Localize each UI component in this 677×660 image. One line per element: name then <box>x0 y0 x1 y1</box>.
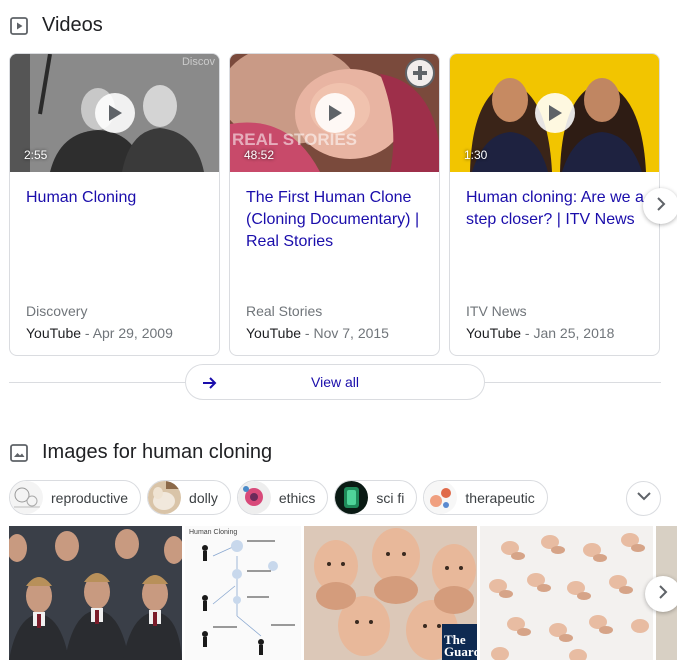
chevron-right-icon <box>654 196 668 216</box>
chip-label: ethics <box>278 489 316 506</box>
video-source: Real Stories <box>246 303 323 319</box>
chip-thumbnail <box>424 481 458 514</box>
play-icon[interactable] <box>94 93 135 133</box>
image-result-picture <box>9 526 182 660</box>
video-duration: 1:30 <box>464 148 488 162</box>
chevron-down-icon <box>636 489 651 508</box>
chip-label: dolly <box>189 489 218 506</box>
video-watermark: REAL STORIES <box>232 130 358 149</box>
chip-thumbnail <box>335 481 369 514</box>
chevron-right-icon <box>656 584 670 604</box>
image-result[interactable] <box>480 526 653 660</box>
guardian-logo: The Guardian <box>444 634 477 658</box>
chip-reproductive[interactable]: reproductive <box>9 480 142 515</box>
images-title: Images for human cloning <box>42 441 273 463</box>
video-carousel: Discov 2:55 Human Cloning Discovery YouT… <box>9 53 660 356</box>
chip-label: sci fi <box>376 489 405 506</box>
video-card[interactable]: 1:30 Human cloning: Are we a step closer… <box>449 53 660 356</box>
view-all-label: View all <box>311 374 359 390</box>
images-header: Images for human cloning <box>9 441 272 464</box>
video-title-link[interactable]: Human cloning: Are we a step closer? | I… <box>466 187 647 231</box>
add-plus-icon[interactable] <box>405 58 435 88</box>
video-date: Nov 7, 2015 <box>313 325 389 341</box>
videos-header: Videos <box>9 14 103 37</box>
video-watermark: Discov <box>181 56 215 68</box>
video-date: Jan 25, 2018 <box>533 325 615 341</box>
image-result-picture <box>480 526 653 660</box>
video-play-icon <box>9 16 29 36</box>
video-duration: 2:55 <box>24 148 48 162</box>
chip-sci-fi[interactable]: sci fi <box>334 480 418 515</box>
video-meta: YouTube - Apr 29, 2009 <box>26 325 173 341</box>
video-thumbnail[interactable]: Discov 2:55 <box>10 54 219 172</box>
video-platform: YouTube <box>26 325 82 341</box>
video-platform: YouTube <box>466 325 522 341</box>
video-card[interactable]: Discov 2:55 Human Cloning Discovery YouT… <box>9 53 220 356</box>
meta-separator: - <box>521 325 534 341</box>
arrow-right-icon <box>200 373 220 393</box>
meta-separator: - <box>81 325 93 341</box>
play-icon[interactable] <box>314 93 355 133</box>
image-result-picture <box>202 540 295 655</box>
image-filter-chips: reproductive dolly ethics sci fi therape… <box>9 480 548 515</box>
play-icon[interactable] <box>534 93 575 133</box>
video-source: ITV News <box>466 303 527 319</box>
video-title-link[interactable]: Human Cloning <box>26 187 207 209</box>
image-result[interactable]: Human Cloning <box>185 526 301 660</box>
video-title-link[interactable]: The First Human Clone (Cloning Documenta… <box>246 187 427 253</box>
video-meta: YouTube - Nov 7, 2015 <box>246 325 389 341</box>
chip-therapeutic[interactable]: therapeutic <box>423 480 548 515</box>
video-source: Discovery <box>26 303 88 319</box>
chip-label: reproductive <box>51 489 129 506</box>
chip-ethics[interactable]: ethics <box>236 480 329 515</box>
video-thumbnail[interactable]: REAL STORIES 48:52 <box>230 54 439 172</box>
video-meta: YouTube - Jan 25, 2018 <box>466 325 614 341</box>
image-result[interactable] <box>9 526 182 660</box>
chip-thumbnail <box>237 481 271 514</box>
chip-dolly[interactable]: dolly <box>147 480 231 515</box>
meta-separator: - <box>301 325 314 341</box>
chip-thumbnail <box>148 481 182 514</box>
images-next-button[interactable] <box>645 576 677 612</box>
videos-next-button[interactable] <box>643 188 677 224</box>
video-card[interactable]: REAL STORIES 48:52 The First Human Clone… <box>229 53 440 356</box>
image-icon <box>9 443 29 463</box>
video-platform: YouTube <box>246 325 302 341</box>
image-result[interactable]: The Guardian <box>304 526 477 660</box>
chip-thumbnail <box>10 481 43 514</box>
video-date: Apr 29, 2009 <box>92 325 173 341</box>
chips-expand-button[interactable] <box>626 481 661 516</box>
image-results-strip: Human Cloning The Guardian <box>9 526 677 660</box>
video-thumbnail[interactable]: 1:30 <box>450 54 659 172</box>
videos-title: Videos <box>42 14 103 36</box>
video-duration: 48:52 <box>244 148 275 162</box>
chip-label: therapeutic <box>465 489 535 506</box>
view-all-button[interactable]: View all <box>185 364 485 400</box>
